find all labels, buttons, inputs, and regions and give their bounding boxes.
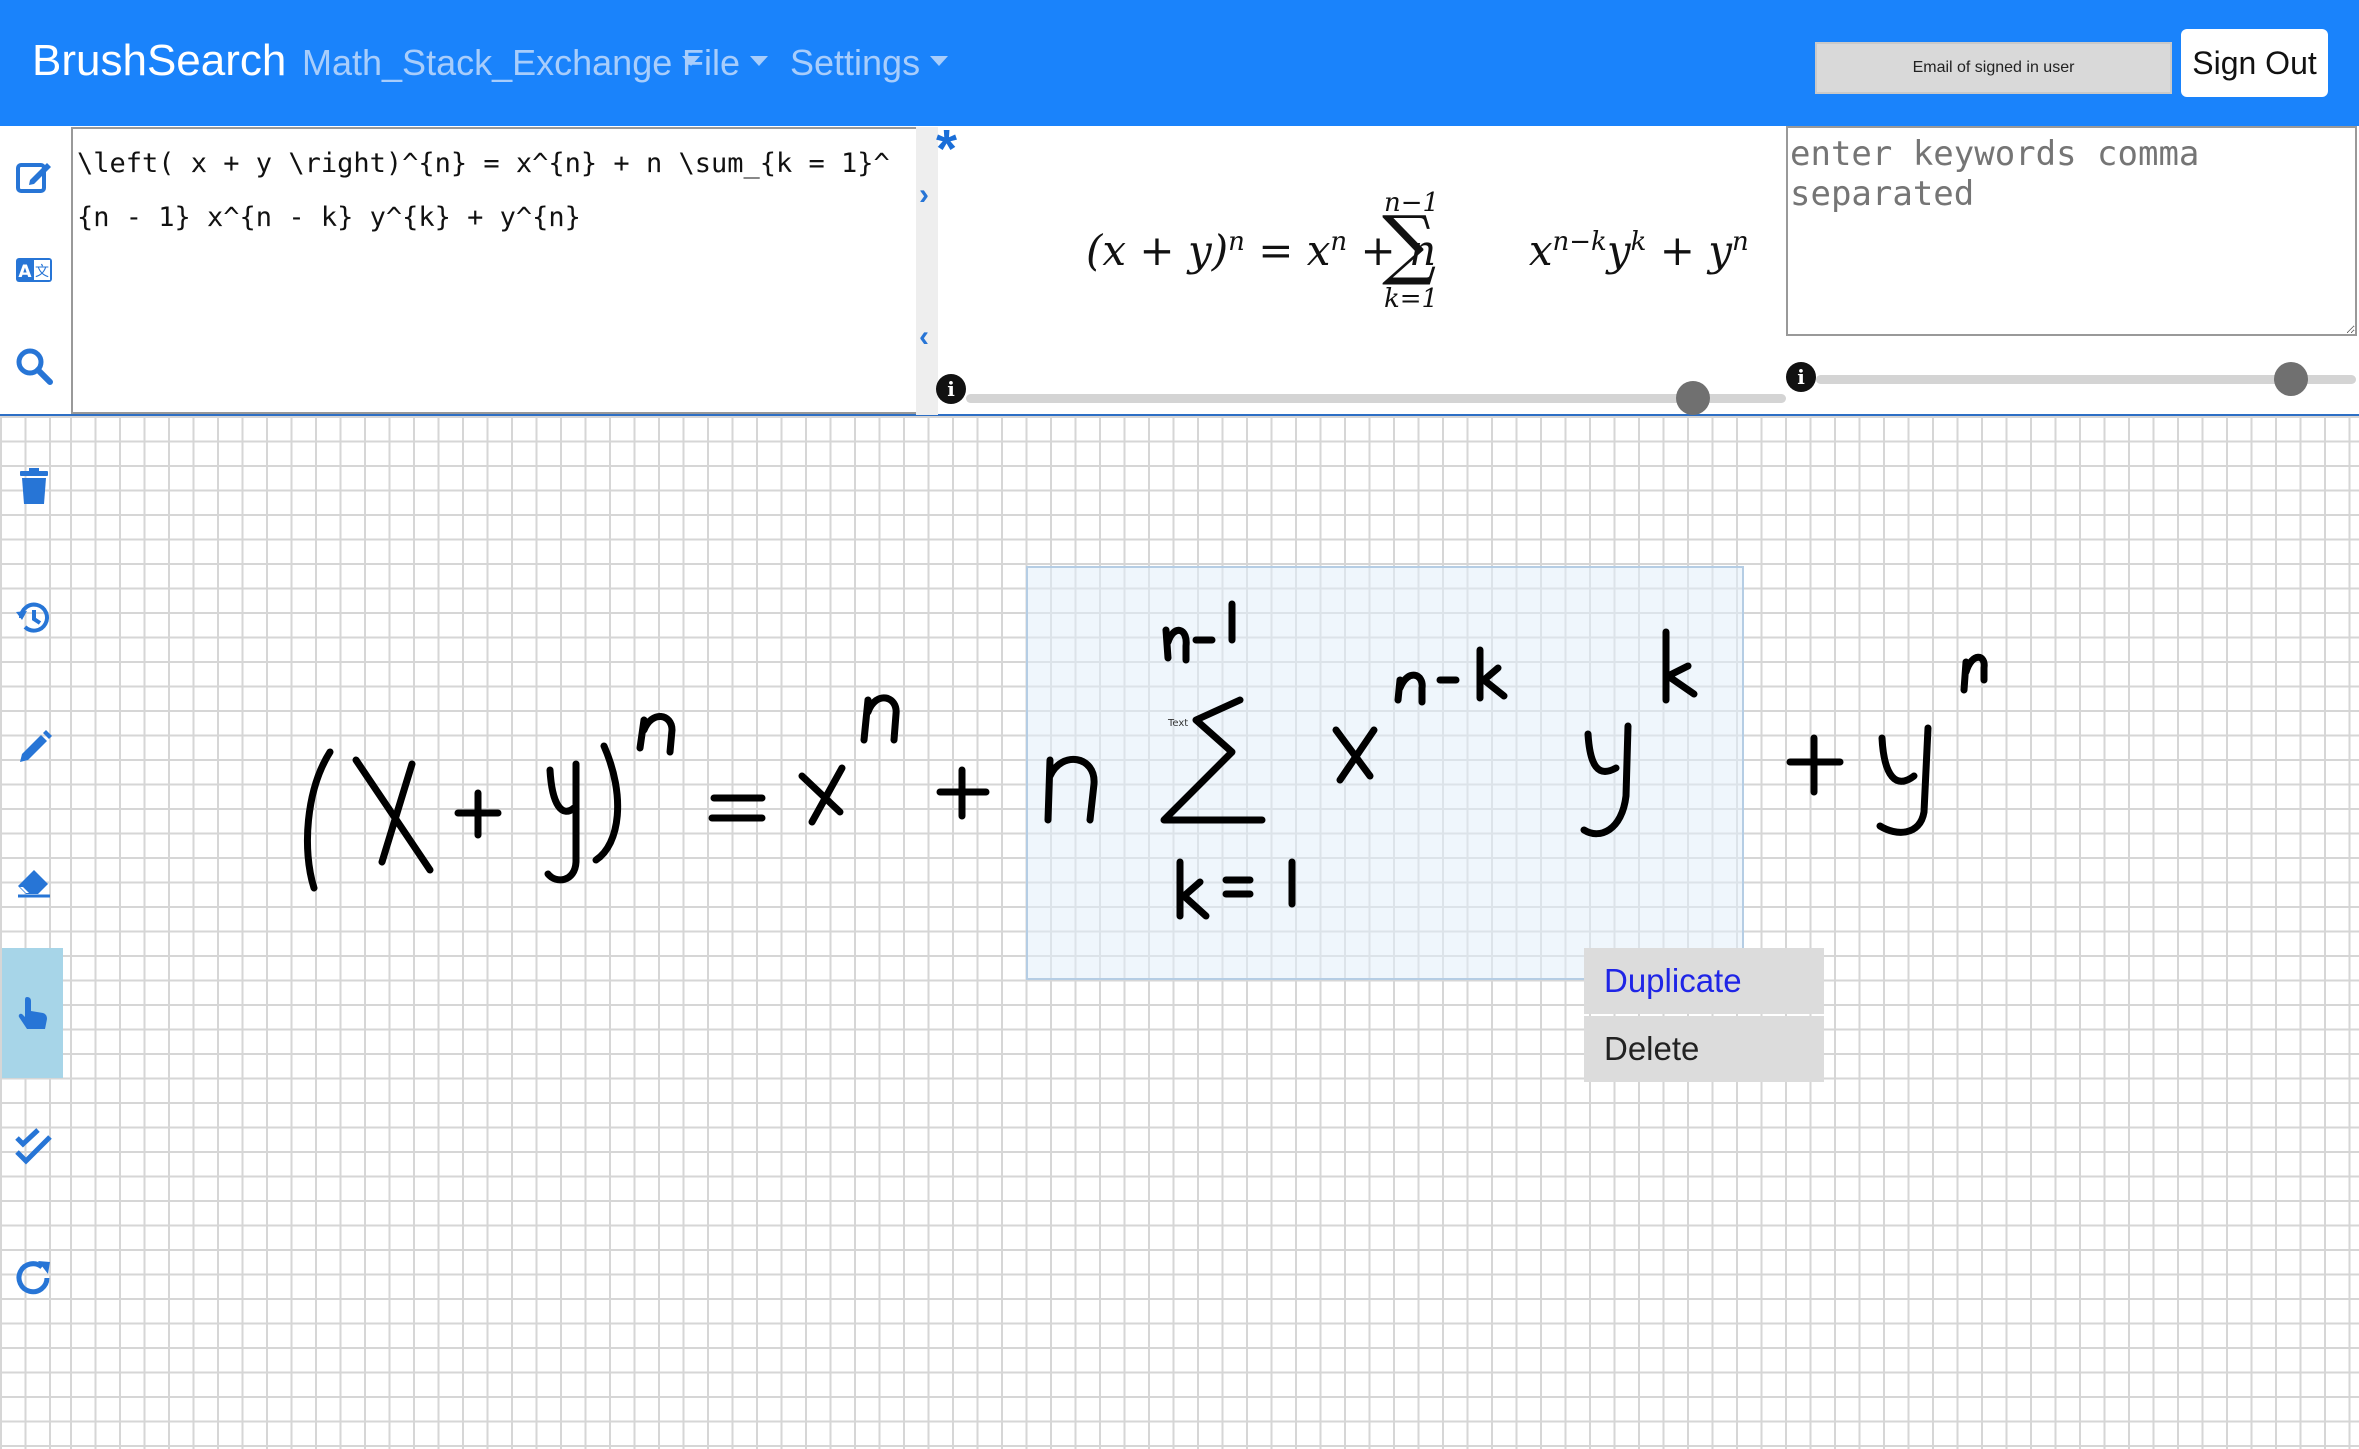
navbar: BrushSearch Math_Stack_Exchange File Set… <box>0 0 2359 126</box>
nav-dropdown-settings[interactable]: Settings <box>790 42 949 84</box>
formula-tail: + y <box>1659 226 1732 275</box>
context-menu: Duplicate Delete <box>1584 948 1824 1084</box>
nav-dropdown-label: File <box>682 42 741 83</box>
formula-tail-exp: n <box>1731 227 1749 257</box>
formula-term-y-exp: k <box>1630 227 1647 257</box>
eraser-icon[interactable] <box>8 854 60 906</box>
formula-x-exp: n <box>1330 227 1348 257</box>
nav-dropdown-label: Math_Stack_Exchange <box>302 42 673 83</box>
redo-icon[interactable] <box>8 1252 60 1304</box>
formula-term-x-exp: n−k <box>1552 227 1607 257</box>
caret-down-icon <box>750 56 769 67</box>
formula-eq: = x <box>1258 226 1331 275</box>
translate-icon[interactable]: A文 <box>8 244 60 296</box>
caret-down-icon <box>930 56 949 67</box>
panel-resizer[interactable] <box>916 127 938 415</box>
svg-text:文: 文 <box>35 264 49 280</box>
info-icon[interactable]: i <box>1786 362 1816 392</box>
selection-box[interactable] <box>1026 566 1744 980</box>
duplicate-menu-item[interactable]: Duplicate <box>1584 948 1824 1014</box>
nav-dropdown-label: Settings <box>790 42 921 83</box>
history-icon[interactable] <box>8 592 60 644</box>
formula-lhs: (x + y) <box>1086 226 1229 275</box>
check-double-icon[interactable] <box>8 1120 60 1172</box>
formula-term-y: y <box>1606 226 1631 275</box>
preview-slider[interactable] <box>966 394 1786 403</box>
svg-text:A: A <box>18 262 32 282</box>
brand-logo[interactable]: BrushSearch <box>32 36 286 86</box>
sign-out-button[interactable]: Sign Out <box>2181 29 2328 97</box>
nav-dropdown-file[interactable]: File <box>682 42 769 84</box>
formula-term-x: x <box>1528 226 1553 275</box>
pencil-icon[interactable] <box>8 722 60 774</box>
delete-menu-item[interactable]: Delete <box>1584 1016 1824 1082</box>
sum-symbol: ∑ <box>1382 199 1437 288</box>
preview-slider-thumb[interactable] <box>1676 381 1710 415</box>
formula-lhs-exp: n <box>1228 227 1245 257</box>
edit-icon[interactable] <box>8 150 60 202</box>
keywords-input[interactable] <box>1786 126 2357 336</box>
hand-pointer-icon[interactable] <box>2 948 63 1078</box>
sum-lower-limit: k=1 <box>1384 284 1439 314</box>
chevron-right-icon[interactable]: › <box>919 178 929 212</box>
keywords-slider-thumb[interactable] <box>2274 362 2308 396</box>
info-icon[interactable]: i <box>936 374 966 404</box>
rendered-formula: (x + y)n = xn + n xn−kyk + yn n−1 ∑ k=1 <box>950 150 1770 350</box>
chevron-left-icon[interactable]: ‹ <box>919 320 929 354</box>
trash-icon[interactable] <box>8 460 60 512</box>
latex-input[interactable]: \left( x + y \right)^{n} = x^{n} + n \su… <box>71 127 921 414</box>
nav-dropdown-dataset[interactable]: Math_Stack_Exchange <box>302 42 701 84</box>
search-icon[interactable] <box>8 340 60 392</box>
user-email-field: Email of signed in user <box>1815 42 2172 94</box>
